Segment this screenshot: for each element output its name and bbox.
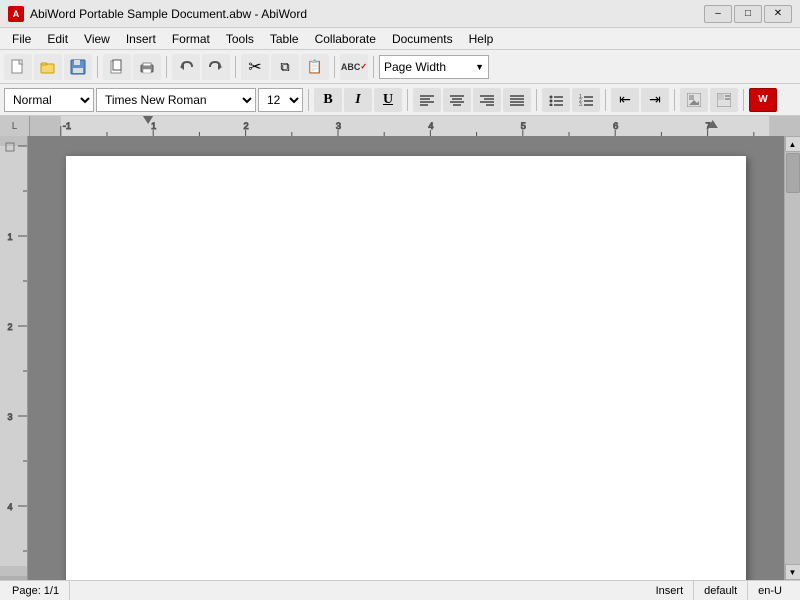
increase-indent-button[interactable]: ⇥ [641, 88, 669, 112]
lang-status: en-U [748, 581, 792, 600]
save-button[interactable] [64, 54, 92, 80]
style-status: default [694, 581, 748, 600]
ordered-list-button[interactable]: 1.2.3. [572, 88, 600, 112]
vertical-ruler: 1 2 3 4 [0, 136, 28, 580]
align-justify-button[interactable] [503, 88, 531, 112]
align-left-button[interactable] [413, 88, 441, 112]
document-page[interactable] [66, 156, 746, 580]
unordered-list-button[interactable] [542, 88, 570, 112]
separator8 [536, 89, 537, 111]
page-canvas [28, 136, 784, 580]
vertical-scrollbar[interactable]: ▲ ▼ [784, 136, 800, 580]
svg-text:3: 3 [7, 412, 12, 422]
align-right-button[interactable] [473, 88, 501, 112]
font-dropdown[interactable]: Times New Roman [96, 88, 256, 112]
menu-bar: FileEditViewInsertFormatToolsTableCollab… [0, 28, 800, 50]
menu-item-format[interactable]: Format [164, 30, 218, 48]
window-controls: – □ ✕ [704, 5, 792, 23]
empty-status [70, 581, 646, 600]
copy-button[interactable]: ⧉ [271, 54, 299, 80]
ruler-corner-label: L [12, 121, 18, 132]
svg-text:2: 2 [244, 121, 249, 131]
svg-text:-1: -1 [63, 121, 71, 131]
window-title: AbiWord Portable Sample Document.abw - A… [30, 7, 307, 21]
separator7 [407, 89, 408, 111]
svg-text:2: 2 [7, 322, 12, 332]
menu-item-tools[interactable]: Tools [218, 30, 262, 48]
svg-text:5: 5 [521, 121, 526, 131]
svg-text:1: 1 [7, 232, 12, 242]
size-dropdown[interactable]: 12 [258, 88, 303, 112]
menu-item-documents[interactable]: Documents [384, 30, 461, 48]
separator5 [373, 56, 374, 78]
separator2 [166, 56, 167, 78]
status-bar: Page: 1/1 Insert default en-U [0, 580, 800, 600]
paste-button[interactable]: 📋 [301, 54, 329, 80]
menu-item-view[interactable]: View [76, 30, 118, 48]
menu-item-table[interactable]: Table [262, 30, 307, 48]
title-bar: A AbiWord Portable Sample Document.abw -… [0, 0, 800, 28]
svg-text:3.: 3. [579, 102, 583, 106]
menu-item-collaborate[interactable]: Collaborate [307, 30, 384, 48]
insert-mode-status: Insert [646, 581, 695, 600]
scroll-up-button[interactable]: ▲ [785, 136, 800, 152]
scroll-down-button[interactable]: ▼ [785, 564, 800, 580]
app-icon: A [8, 6, 24, 22]
zoom-dropdown-arrow: ▼ [475, 62, 484, 72]
separator10 [674, 89, 675, 111]
decrease-indent-button[interactable]: ⇤ [611, 88, 639, 112]
close-button[interactable]: ✕ [764, 5, 792, 23]
page-status: Page: 1/1 [8, 581, 70, 600]
svg-text:1: 1 [151, 121, 156, 131]
scroll-track[interactable] [785, 152, 800, 564]
scroll-thumb[interactable] [786, 153, 800, 193]
menu-item-insert[interactable]: Insert [118, 30, 164, 48]
separator1 [97, 56, 98, 78]
bold-button[interactable]: B [314, 88, 342, 112]
svg-text:6: 6 [613, 121, 618, 131]
zoom-dropdown[interactable]: Page Width ▼ [379, 55, 489, 79]
svg-text:4: 4 [428, 121, 433, 131]
menu-item-edit[interactable]: Edit [39, 30, 76, 48]
word-complete-button[interactable]: W [749, 88, 777, 112]
redo-button[interactable] [202, 54, 230, 80]
minimize-button[interactable]: – [704, 5, 732, 23]
toolbar1: ✂ ⧉ 📋 ABC✓ Page Width ▼ [0, 50, 800, 84]
align-center-button[interactable] [443, 88, 471, 112]
main-area: 1 2 3 4 ▲ ▼ [0, 136, 800, 580]
undo-button[interactable] [172, 54, 200, 80]
separator11 [743, 89, 744, 111]
ruler-container: L -1 1 2 3 4 5 6 [0, 116, 800, 136]
open-button[interactable] [34, 54, 62, 80]
image-style2-button[interactable] [710, 88, 738, 112]
separator4 [334, 56, 335, 78]
separator9 [605, 89, 606, 111]
svg-text:3: 3 [336, 121, 341, 131]
image-style-button[interactable] [680, 88, 708, 112]
print-button[interactable] [133, 54, 161, 80]
italic-button[interactable]: I [344, 88, 372, 112]
menu-item-help[interactable]: Help [461, 30, 502, 48]
spellcheck-button[interactable]: ABC✓ [340, 54, 368, 80]
style-dropdown[interactable]: Normal [4, 88, 94, 112]
underline-button[interactable]: U [374, 88, 402, 112]
cut-button[interactable]: ✂ [241, 54, 269, 80]
horizontal-ruler: -1 1 2 3 4 5 6 7 [30, 116, 800, 136]
svg-text:4: 4 [7, 502, 12, 512]
print-preview-button[interactable] [103, 54, 131, 80]
separator6 [308, 89, 309, 111]
zoom-value: Page Width [384, 60, 475, 74]
separator3 [235, 56, 236, 78]
new-button[interactable] [4, 54, 32, 80]
ruler-corner[interactable]: L [0, 116, 30, 136]
maximize-button[interactable]: □ [734, 5, 762, 23]
toolbar2: Normal Times New Roman 12 B I U 1.2.3. ⇤… [0, 84, 800, 116]
menu-item-file[interactable]: File [4, 30, 39, 48]
